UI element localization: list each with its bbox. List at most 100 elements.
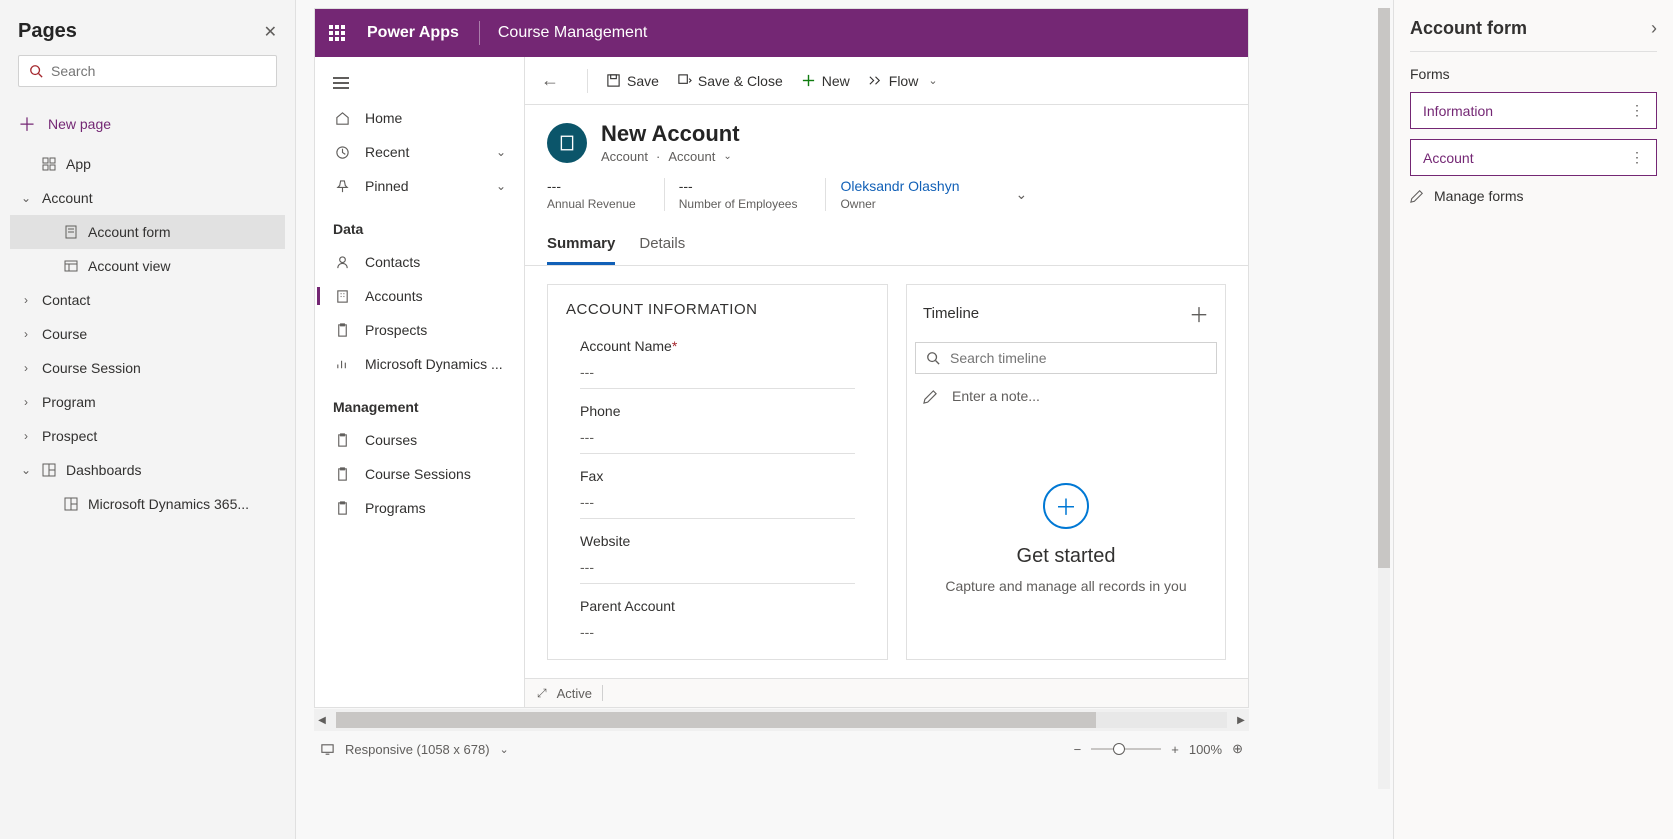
home-icon [333, 111, 351, 126]
kpi-employees: --- Number of Employees [664, 178, 798, 211]
form-option-account[interactable]: Account ⋮ [1410, 139, 1657, 176]
field-parent-label: Parent Account [580, 598, 855, 614]
tab-details[interactable]: Details [639, 229, 685, 265]
save-button[interactable]: Save [606, 73, 659, 89]
dashboard-icon [42, 463, 56, 477]
form-option-information[interactable]: Information ⋮ [1410, 92, 1657, 129]
nav-dynamics[interactable]: Microsoft Dynamics ... [315, 347, 524, 381]
plus-icon: ＋ [18, 111, 36, 137]
horizontal-scrollbar[interactable]: ◀ ▶ [314, 709, 1249, 731]
tree-dashboard-item[interactable]: Microsoft Dynamics 365... [10, 487, 285, 521]
add-timeline-icon[interactable]: ＋ [1189, 299, 1209, 328]
field-fax-value[interactable]: --- [580, 494, 855, 519]
flow-button[interactable]: Flow⌄ [868, 73, 938, 89]
field-account-name-value[interactable]: --- [580, 364, 855, 389]
status-label[interactable]: Active [557, 686, 592, 701]
tree-program[interactable]: › Program [10, 385, 285, 419]
kpi-employees-value: --- [679, 178, 798, 194]
hamburger-icon[interactable] [315, 65, 524, 101]
timeline-search-input[interactable] [950, 350, 1206, 366]
field-fax[interactable]: Fax --- [566, 462, 869, 527]
tab-summary[interactable]: Summary [547, 229, 615, 265]
chevron-down-icon[interactable]: ⌄ [1016, 186, 1028, 203]
chevron-down-icon[interactable]: ⌄ [723, 151, 731, 162]
tree-account-form[interactable]: Account form [10, 215, 285, 249]
tree-account[interactable]: ⌄ Account [10, 181, 285, 215]
nav-programs[interactable]: Programs [315, 491, 524, 525]
field-phone-value[interactable]: --- [580, 429, 855, 454]
field-account-name[interactable]: Account Name* --- [566, 332, 869, 397]
tree-contact[interactable]: › Contact [10, 283, 285, 317]
scroll-right-icon[interactable]: ▶ [1233, 715, 1249, 726]
field-account-name-label: Account Name [580, 338, 672, 354]
tree-account-view[interactable]: Account view [10, 249, 285, 283]
field-website-value[interactable]: --- [580, 559, 855, 584]
timeline-note-entry[interactable]: Enter a note... [907, 374, 1225, 418]
plus-circle-icon[interactable]: ＋ [1043, 483, 1089, 529]
tree-contact-label: Contact [42, 292, 90, 308]
timeline-empty-state: ＋ Get started Capture and manage all rec… [907, 418, 1225, 659]
scroll-left-icon[interactable]: ◀ [314, 715, 330, 726]
search-input[interactable] [51, 63, 266, 79]
tree-course-session[interactable]: › Course Session [10, 351, 285, 385]
more-icon[interactable]: ⋮ [1630, 149, 1644, 166]
chevron-right-icon: › [18, 429, 34, 443]
nav-course-sessions[interactable]: Course Sessions [315, 457, 524, 491]
nav-pinned[interactable]: Pinned⌄ [315, 169, 524, 203]
nav-accounts-label: Accounts [365, 288, 423, 304]
timeline-search[interactable] [915, 342, 1217, 374]
chevron-down-icon[interactable]: ⌄ [500, 743, 509, 756]
expand-icon[interactable]: ⤢ [537, 686, 547, 701]
tree-course[interactable]: › Course [10, 317, 285, 351]
nav-home-label: Home [365, 110, 402, 126]
status-footer: ⤢ Active [525, 678, 1248, 707]
chevron-down-icon: ⌄ [18, 463, 34, 477]
nav-section-management: Management [315, 381, 524, 423]
more-icon[interactable]: ⋮ [1630, 102, 1644, 119]
nav-courses[interactable]: Courses [315, 423, 524, 457]
field-phone[interactable]: Phone --- [566, 397, 869, 462]
search-box[interactable] [18, 55, 277, 87]
field-parent-value[interactable]: --- [580, 624, 855, 648]
new-label: New [822, 73, 850, 89]
nav-prospects[interactable]: Prospects [315, 313, 524, 347]
field-website[interactable]: Website --- [566, 527, 869, 592]
tree-dashboards[interactable]: ⌄ Dashboards [10, 453, 285, 487]
tree-prospect[interactable]: › Prospect [10, 419, 285, 453]
fit-screen-icon[interactable]: ⊕ [1232, 741, 1243, 757]
chevron-right-icon[interactable]: › [1651, 18, 1657, 39]
new-page-button[interactable]: ＋ New page [10, 101, 285, 147]
zoom-out-button[interactable]: − [1074, 742, 1082, 757]
back-button[interactable]: ← [541, 70, 559, 91]
waffle-icon[interactable] [329, 25, 345, 41]
properties-title: Account form [1410, 18, 1527, 39]
kpi-employees-label: Number of Employees [679, 197, 798, 211]
nav-contacts[interactable]: Contacts [315, 245, 524, 279]
nav-accounts[interactable]: Accounts [315, 279, 524, 313]
chevron-down-icon: ⌄ [928, 74, 937, 87]
tree-app[interactable]: App [10, 147, 285, 181]
vertical-scrollbar[interactable] [1378, 8, 1390, 789]
manage-forms-button[interactable]: Manage forms [1410, 188, 1657, 204]
form-option-information-label: Information [1423, 103, 1493, 119]
nav-course-sessions-label: Course Sessions [365, 466, 471, 482]
chart-icon [333, 357, 351, 372]
responsive-mode-label[interactable]: Responsive (1058 x 678) [345, 742, 490, 757]
zoom-in-button[interactable]: + [1171, 742, 1179, 757]
kpi-owner-value[interactable]: Oleksandr Olashyn [840, 178, 959, 194]
zoom-slider[interactable] [1091, 748, 1161, 750]
pencil-icon [1410, 189, 1424, 203]
app-sidebar: Home Recent⌄ Pinned⌄ Data Contacts Accou… [315, 57, 525, 707]
save-close-button[interactable]: Save & Close [677, 73, 783, 89]
field-parent-account[interactable]: Parent Account --- [566, 592, 869, 656]
nav-home[interactable]: Home [315, 101, 524, 135]
record-type[interactable]: Account [668, 149, 715, 164]
close-icon[interactable]: ✕ [264, 22, 277, 42]
record-header: New Account Account·Account⌄ --- Annual … [525, 105, 1248, 211]
tree-account-label: Account [42, 190, 93, 206]
nav-recent[interactable]: Recent⌄ [315, 135, 524, 169]
timeline-note-placeholder: Enter a note... [952, 388, 1040, 404]
new-button[interactable]: New [801, 73, 850, 89]
command-bar: ← Save Save & Close New Flow⌄ [525, 57, 1248, 105]
person-icon [333, 255, 351, 270]
